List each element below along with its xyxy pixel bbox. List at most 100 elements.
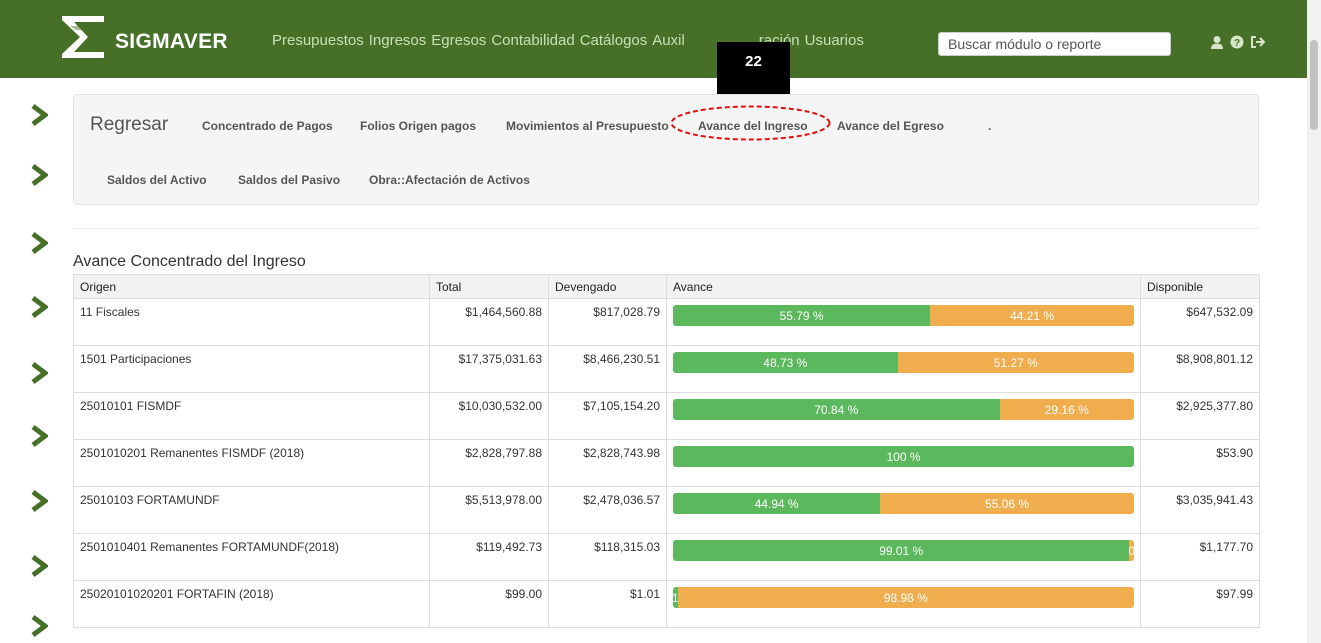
- cell-avance: 55.79 % 44.21 %: [666, 298, 1141, 346]
- table-row[interactable]: 25020101020201 FORTAFIN (2018) $99.00 $1.0…: [73, 580, 1260, 628]
- table-row[interactable]: 25010103 FORTAMUNDF $5,513,978.00 $2,478,0…: [73, 486, 1260, 534]
- table-row[interactable]: 1501 Participaciones $17,375,031.63 $8,466…: [73, 345, 1260, 393]
- link-avance-egreso[interactable]: Avance del Egreso: [837, 119, 944, 133]
- chevron-right-icon[interactable]: [30, 425, 48, 447]
- progress-remaining: 44.21 %: [930, 305, 1134, 326]
- cell-total: $10,030,532.00: [429, 392, 549, 440]
- cell-origen: 11 Fiscales: [73, 298, 430, 346]
- sigmaver-logo-icon[interactable]: [60, 14, 106, 60]
- chevron-right-icon[interactable]: [30, 362, 48, 384]
- link-concentrado-pagos[interactable]: Concentrado de Pagos: [202, 119, 333, 133]
- cell-devengado: $7,105,154.20: [548, 392, 667, 440]
- back-link[interactable]: Regresar: [90, 114, 168, 136]
- chevron-right-icon[interactable]: [30, 232, 48, 254]
- cell-disponible: $2,925,377.80: [1140, 392, 1260, 440]
- table-row[interactable]: 2501010401 Remanentes FORTAMUNDF(2018) $1…: [73, 533, 1260, 581]
- cell-total: $17,375,031.63: [429, 345, 549, 393]
- progress-fill: 55.79 %: [673, 305, 931, 326]
- cell-disponible: $8,908,801.12: [1140, 345, 1260, 393]
- annotation-callout: 22: [717, 42, 790, 98]
- chevron-right-icon[interactable]: [30, 615, 48, 637]
- cell-devengado: $8,466,230.51: [548, 345, 667, 393]
- progress-remaining: 98.98 %: [677, 587, 1134, 608]
- link-movimientos-presupuesto[interactable]: Movimientos al Presupuesto: [506, 119, 669, 133]
- link-obra-afectacion[interactable]: Obra::Afectación de Activos: [369, 173, 530, 187]
- cell-devengado: $817,028.79: [548, 298, 667, 346]
- user-icon[interactable]: [1210, 35, 1224, 49]
- table-row[interactable]: 2501010201 Remanentes FISMDF (2018) $2,82…: [73, 439, 1260, 487]
- progress-fill: 48.73 %: [673, 352, 898, 373]
- cell-disponible: $647,532.09: [1140, 298, 1260, 346]
- progress-bar: 55.79 % 44.21 %: [673, 305, 1134, 326]
- cell-avance: 99.01 % 0: [666, 533, 1141, 581]
- progress-remaining: 29.16 %: [999, 399, 1134, 420]
- link-saldos-pasivo[interactable]: Saldos del Pasivo: [238, 173, 340, 187]
- progress-bar: 48.73 % 51.27 %: [673, 352, 1134, 373]
- divider: [73, 228, 1259, 229]
- top-navbar: SIGMAVER Presupuestos Ingresos Egresos C…: [0, 0, 1307, 78]
- cell-avance: 100 %: [666, 439, 1141, 487]
- cell-disponible: $97.99: [1140, 580, 1260, 628]
- cell-total: $119,492.73: [429, 533, 549, 581]
- progress-bar: 70.84 % 29.16 %: [673, 399, 1134, 420]
- progress-bar: 1 98.98 %: [673, 587, 1134, 608]
- cell-total: $5,513,978.00: [429, 486, 549, 534]
- section-title: Avance Concentrado del Ingreso: [73, 253, 306, 270]
- progress-bar: 100 %: [673, 446, 1134, 467]
- header-total[interactable]: Total: [429, 274, 549, 299]
- cell-total: $2,828,797.88: [429, 439, 549, 487]
- table-row[interactable]: 25010101 FISMDF $10,030,532.00 $7,105,154.…: [73, 392, 1260, 440]
- chevron-right-icon[interactable]: [30, 490, 48, 512]
- header-devengado[interactable]: Devengado: [548, 274, 667, 299]
- table-row[interactable]: 11 Fiscales $1,464,560.88 $817,028.79 55.79…: [73, 298, 1260, 346]
- cell-avance: 44.94 % 55.06 %: [666, 486, 1141, 534]
- cell-origen: 1501 Participaciones: [73, 345, 430, 393]
- cell-disponible: $3,035,941.43: [1140, 486, 1260, 534]
- link-folios-origen[interactable]: Folios Origen pagos: [360, 119, 476, 133]
- menu-ingresos[interactable]: Ingresos: [369, 32, 427, 49]
- search-input[interactable]: [938, 32, 1171, 56]
- cell-disponible: $1,177.70: [1140, 533, 1260, 581]
- chevron-right-icon[interactable]: [30, 555, 48, 577]
- header-origen[interactable]: Origen: [73, 274, 430, 299]
- menu-contabilidad[interactable]: Contabilidad: [491, 32, 574, 49]
- cell-devengado: $1.01: [548, 580, 667, 628]
- cell-origen: 25010101 FISMDF: [73, 392, 430, 440]
- link-dot[interactable]: .: [988, 119, 991, 133]
- cell-origen: 25020101020201 FORTAFIN (2018): [73, 580, 430, 628]
- link-saldos-activo[interactable]: Saldos del Activo: [107, 173, 207, 187]
- progress-bar: 99.01 % 0: [673, 540, 1134, 561]
- menu-presupuestos[interactable]: Presupuestos: [272, 32, 364, 49]
- chevron-right-icon[interactable]: [30, 104, 48, 126]
- progress-fill: 99.01 %: [673, 540, 1130, 561]
- cell-avance: 48.73 % 51.27 %: [666, 345, 1141, 393]
- highlight-ellipse: [670, 105, 831, 141]
- progress-remaining: 0: [1129, 540, 1134, 561]
- chevron-right-icon[interactable]: [30, 164, 48, 186]
- progress-fill: 100 %: [673, 446, 1134, 467]
- header-avance[interactable]: Avance: [666, 274, 1141, 299]
- vertical-scrollbar[interactable]: [1307, 0, 1321, 643]
- help-icon[interactable]: ?: [1230, 35, 1244, 49]
- table-header-row: Origen Total Devengado Avance Disponible: [73, 274, 1260, 299]
- menu-auxiliares[interactable]: Auxil: [652, 32, 685, 49]
- menu-catalogos[interactable]: Catálogos: [580, 32, 648, 49]
- brand-name[interactable]: SIGMAVER: [115, 30, 228, 54]
- report-subnav: Regresar Concentrado de Pagos Folios Ori…: [73, 94, 1259, 205]
- header-disponible[interactable]: Disponible: [1140, 274, 1260, 299]
- cell-devengado: $118,315.03: [548, 533, 667, 581]
- scrollbar-thumb[interactable]: [1310, 40, 1318, 130]
- chevron-right-icon[interactable]: [30, 296, 48, 318]
- progress-fill: 70.84 %: [673, 399, 1000, 420]
- svg-text:?: ?: [1234, 38, 1240, 49]
- progress-bar: 44.94 % 55.06 %: [673, 493, 1134, 514]
- logout-icon[interactable]: [1250, 35, 1266, 49]
- cell-origen: 25010103 FORTAMUNDF: [73, 486, 430, 534]
- cell-devengado: $2,478,036.57: [548, 486, 667, 534]
- progress-remaining: 51.27 %: [897, 352, 1134, 373]
- menu-usuarios[interactable]: Usuarios: [805, 32, 864, 49]
- progress-fill: 44.94 %: [673, 493, 881, 514]
- cell-origen: 2501010201 Remanentes FISMDF (2018): [73, 439, 430, 487]
- ingreso-table: Origen Total Devengado Avance Disponible…: [73, 274, 1260, 628]
- menu-egresos[interactable]: Egresos: [431, 32, 486, 49]
